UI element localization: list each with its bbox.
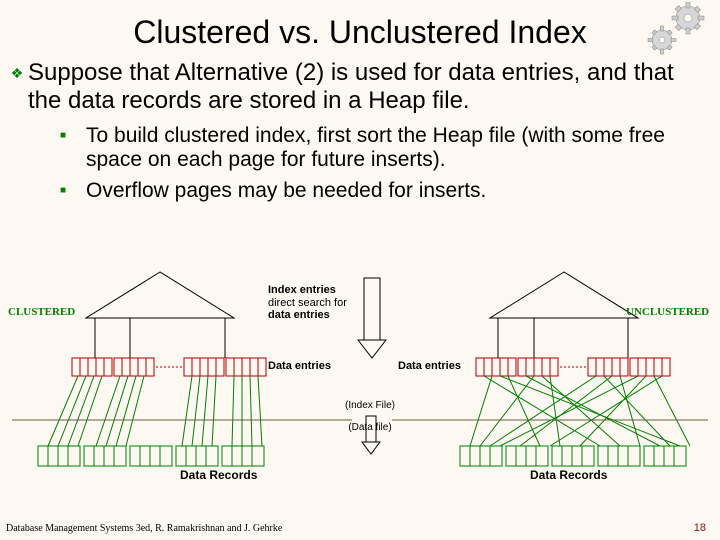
data-file-label: (Data file) <box>320 422 420 434</box>
bullet-diamond-icon: ❖ <box>6 59 28 116</box>
footer-text: Database Management Systems 3ed, R. Rama… <box>6 523 282 534</box>
unclustered-label: UNCLUSTERED <box>626 306 709 318</box>
unclustered-tree <box>460 272 690 466</box>
index-file-label: (Index File) <box>320 400 420 412</box>
text: direct search for <box>268 297 347 309</box>
bullet-text: Overflow pages may be needed for inserts… <box>86 179 486 204</box>
clustered-tree <box>38 272 266 466</box>
slide-number: 18 <box>694 522 706 534</box>
text: Index entries <box>268 284 336 296</box>
data-records-label-left: Data Records <box>180 468 257 482</box>
hollow-arrow-icon <box>358 278 386 358</box>
diagram: CLUSTERED UNCLUSTERED Index entries dire… <box>0 270 720 530</box>
bullet-text: Suppose that Alternative (2) is used for… <box>28 59 702 116</box>
data-entries-label-left: Data entries <box>268 360 331 373</box>
bullet-text: To build clustered index, first sort the… <box>86 124 702 174</box>
bullet-square-icon: ■ <box>60 179 86 204</box>
data-records-label-right: Data Records <box>530 468 607 482</box>
index-entries-label: Index entries direct search for data ent… <box>268 284 347 322</box>
bullet-square-icon: ■ <box>60 124 86 174</box>
data-entries-label-right: Data entries <box>398 360 461 373</box>
text: data entries <box>268 309 330 321</box>
clustered-label: CLUSTERED <box>8 306 75 318</box>
bullet-level2: ■ To build clustered index, first sort t… <box>0 120 720 176</box>
slide-title: Clustered vs. Unclustered Index <box>0 0 720 57</box>
bullet-level2: ■ Overflow pages may be needed for inser… <box>0 175 720 206</box>
bullet-level1: ❖ Suppose that Alternative (2) is used f… <box>0 57 720 120</box>
